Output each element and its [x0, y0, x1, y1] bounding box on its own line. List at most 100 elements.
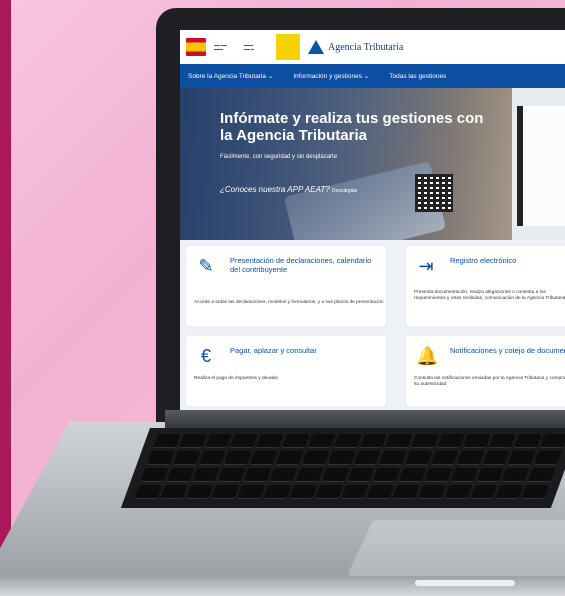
keyboard-key	[475, 468, 504, 482]
keyboard-key	[507, 451, 536, 465]
nav-todas-gestiones[interactable]: Todas las gestiones	[389, 73, 446, 80]
keyboard-key	[185, 485, 214, 499]
card-pagar-aplazar[interactable]: € Pagar, aplazar y consultar Realiza el …	[186, 336, 386, 406]
keyboard-key	[418, 485, 447, 499]
keyboard-key	[333, 434, 362, 448]
door-enter-icon: ⇥	[418, 256, 434, 276]
keyboard-key	[230, 434, 259, 448]
keyboard-key	[275, 451, 304, 465]
keyboard-key	[295, 468, 324, 482]
keyboard-key	[321, 468, 349, 482]
laptop-front-edge	[0, 576, 565, 596]
card-notificaciones[interactable]: 🔔 Notificaciones y cotejo de documentos …	[406, 336, 565, 406]
card-presentacion-declaraciones[interactable]: ✎ Presentación de declaraciones, calenda…	[186, 246, 386, 326]
keyboard-key	[392, 485, 421, 499]
card-title: Presentación de declaraciones, calendari…	[230, 256, 372, 274]
keyboard-key	[372, 468, 401, 482]
keyboard-key	[521, 485, 550, 499]
ministry-logo-text: ▬▬▬ ▬▬ ▬	[244, 43, 254, 51]
keyboard-key	[469, 485, 498, 499]
card-description: Consulta las notificaciones enviadas por…	[414, 376, 565, 387]
keyboard-key	[404, 451, 433, 465]
keyboard-key	[134, 485, 163, 499]
keyboard-key	[346, 468, 375, 482]
card-title: Notificaciones y cotejo de documentos	[450, 346, 565, 355]
keyboard-key	[378, 451, 407, 465]
keyboard-key	[482, 451, 511, 465]
keyboard-key	[488, 434, 517, 448]
nav-sobre-agencia[interactable]: Sobre la Agencia Tributaria ⌄	[188, 72, 273, 80]
keyboard-key	[462, 434, 491, 448]
card-description: Realiza el pago de impuestos y deudas	[194, 376, 278, 381]
keyboard-key	[301, 451, 330, 465]
aeat-triangle-icon	[308, 40, 324, 54]
keyboard-key	[539, 434, 565, 448]
euro-icon: €	[200, 346, 211, 366]
spain-coat-of-arms-icon	[186, 38, 206, 56]
keyboard-key	[152, 434, 181, 448]
keyboard-key	[146, 451, 175, 465]
keyboard-key	[443, 485, 472, 499]
keyboard-key	[249, 451, 278, 465]
keyboard-key	[353, 451, 381, 465]
keyboard-key	[289, 485, 317, 499]
brand-name: Agencia Tributaria	[328, 41, 404, 53]
hero-title: Infórmate y realiza tus gestiones con la…	[220, 110, 484, 144]
ministry-yellow-logo	[276, 34, 300, 60]
card-description: Accede a todas las declaraciones, modelo…	[194, 300, 384, 305]
keyboard-key	[340, 485, 369, 499]
agencia-tributaria-logo[interactable]: Agencia Tributaria	[308, 40, 403, 54]
keyboard-key	[140, 468, 169, 482]
keyboard-key	[191, 468, 220, 482]
keyboard-key	[501, 468, 530, 482]
keyboard-key	[159, 485, 188, 499]
keyboard-key	[495, 485, 524, 499]
keyboard-key	[327, 451, 356, 465]
keyboard-key	[410, 434, 439, 448]
keyboard-key	[237, 485, 266, 499]
trackpad	[346, 520, 565, 576]
keyboard-key	[307, 434, 336, 448]
bell-icon: 🔔	[416, 346, 439, 366]
keyboard-key	[450, 468, 479, 482]
keyboard-key	[178, 434, 207, 448]
keyboard-key	[366, 485, 395, 499]
keyboard-key	[255, 434, 284, 448]
app-qr-code	[415, 174, 453, 212]
keyboard-key	[204, 434, 233, 448]
card-registro-electronico[interactable]: ⇥ Registro electrónico Presenta document…	[406, 246, 565, 326]
app-download-link[interactable]: Descárgala	[332, 188, 357, 194]
hero-monitor-image	[517, 106, 565, 226]
keyboard-key	[217, 468, 246, 482]
laptop-notch	[415, 580, 515, 586]
keyboard-key	[456, 451, 485, 465]
nav-informacion-gestiones[interactable]: Información y gestiones ⌄	[293, 72, 369, 80]
card-title: Pagar, aplazar y consultar	[230, 346, 317, 355]
keyboard-key	[172, 451, 201, 465]
laptop-screen: ▬▬ ▬▬ ▬▬▬ ▬▬▬ ▬▬ ▬ Agencia Tributaria Sobr…	[180, 30, 565, 410]
services-grid: ✎ Presentación de declaraciones, calenda…	[180, 240, 565, 410]
app-promo[interactable]: ¿Conoces nuestra APP AEAT? Descárgala	[220, 185, 357, 194]
government-logo-text: ▬▬ ▬▬ ▬▬▬	[214, 43, 227, 51]
keyboard-key	[385, 434, 413, 448]
keyboard-key	[424, 468, 453, 482]
keyboard-key	[198, 451, 227, 465]
keyboard-key	[359, 434, 388, 448]
site-header: ▬▬ ▬▬ ▬▬▬ ▬▬▬ ▬▬ ▬ Agencia Tributaria	[180, 30, 565, 64]
keyboard-key	[533, 451, 562, 465]
main-navigation: Sobre la Agencia Tributaria ⌄ Informació…	[180, 64, 565, 88]
keyboard-key	[243, 468, 272, 482]
keyboard-key	[430, 451, 459, 465]
card-title: Registro electrónico	[450, 256, 517, 265]
keyboard-key	[527, 468, 556, 482]
keyboard-key	[166, 468, 195, 482]
keyboard-key	[314, 485, 343, 499]
keyboard-key	[281, 434, 310, 448]
keyboard-key	[398, 468, 427, 482]
hero-banner: Infórmate y realiza tus gestiones con la…	[180, 88, 565, 240]
hero-subtitle: Fácilmente, con seguridad y sin desplaza…	[220, 154, 338, 160]
keyboard-key	[436, 434, 465, 448]
keyboard-key	[211, 485, 240, 499]
pencil-edit-icon: ✎	[198, 256, 214, 276]
keyboard	[120, 428, 565, 508]
